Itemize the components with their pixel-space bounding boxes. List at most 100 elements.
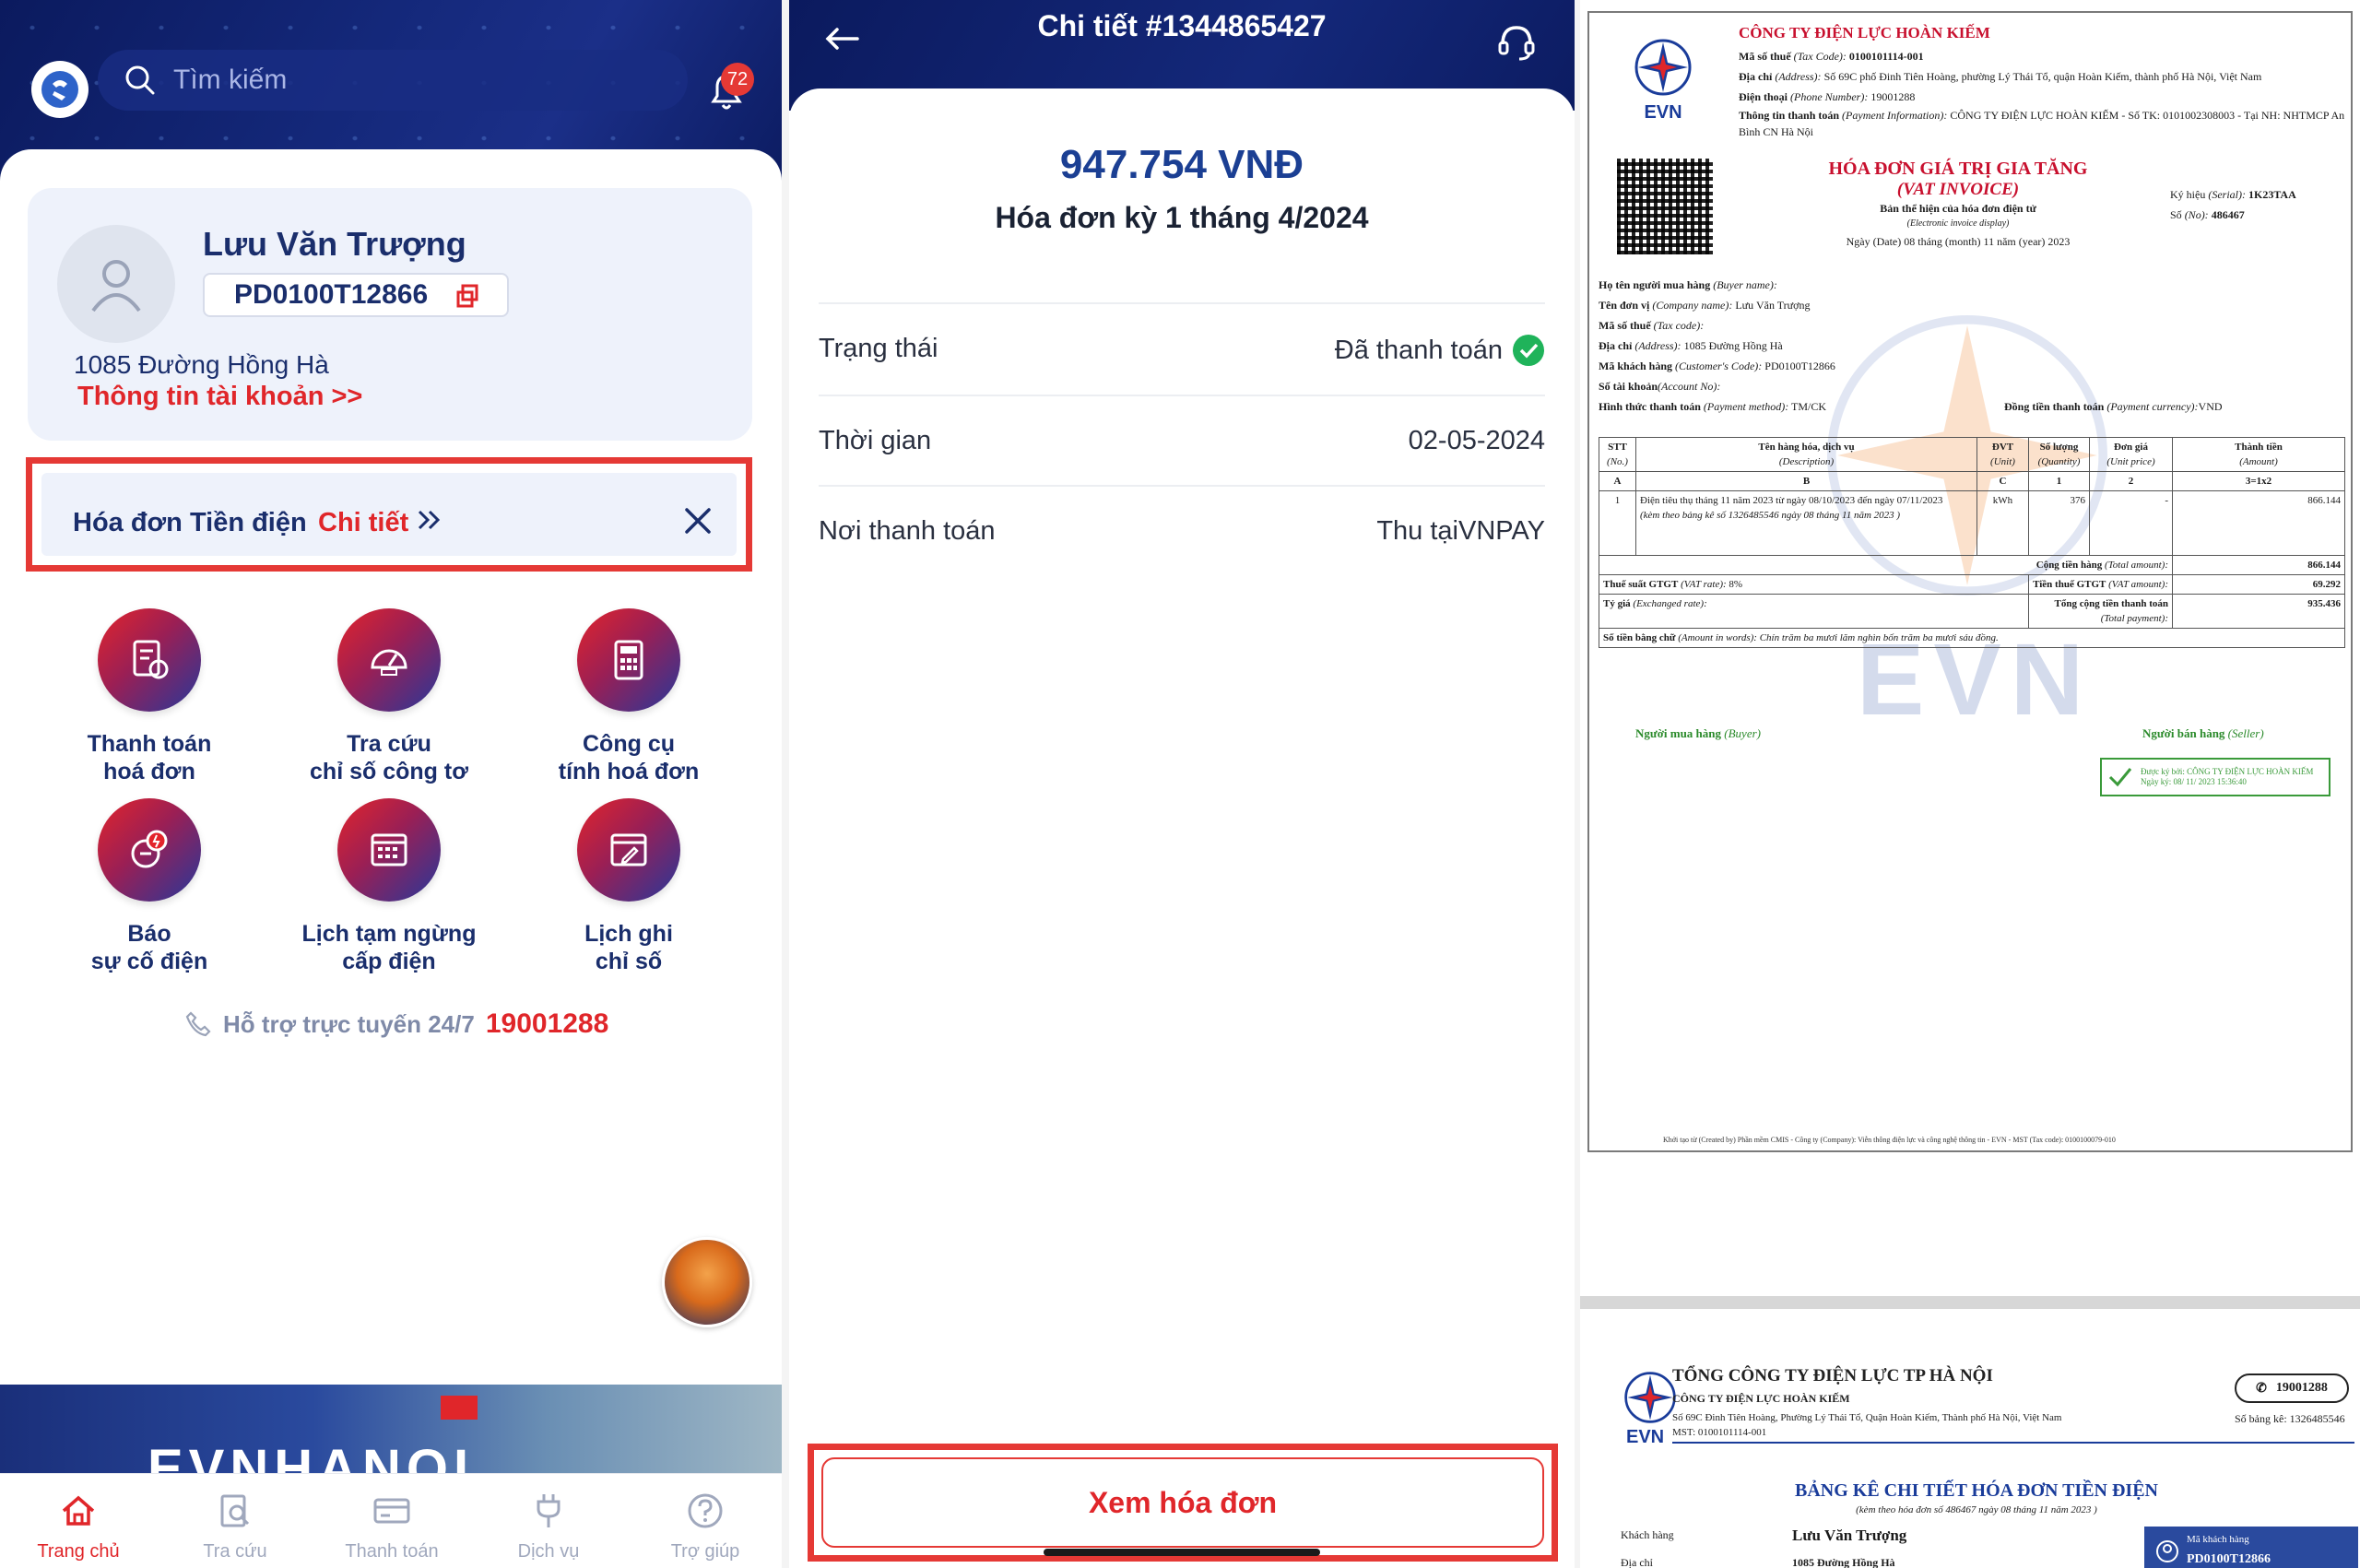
service-reading-schedule[interactable]: Lịch ghi chỉ số bbox=[527, 798, 730, 975]
search-icon bbox=[125, 65, 155, 95]
meter-icon bbox=[337, 608, 441, 712]
customer-value: Lưu Văn Trượng bbox=[1792, 1527, 1907, 1544]
branch-address: Số 69C Đinh Tiên Hoàng, Phường Lý Thái T… bbox=[1672, 1410, 2061, 1440]
checkmark-icon bbox=[2108, 768, 2132, 787]
bill-detail-link[interactable]: Chi tiết bbox=[318, 508, 443, 538]
label: Người bán hàng bbox=[2142, 726, 2225, 740]
label-en: (No): bbox=[2184, 208, 2209, 221]
hotline-badge: ✆ 19001288 bbox=[2235, 1373, 2349, 1403]
bill-title: Hóa đơn Tiền điện bbox=[73, 508, 307, 537]
label-en: (Seller) bbox=[2227, 726, 2264, 740]
label-en: (Address): bbox=[1775, 70, 1822, 83]
item-desc: Điện tiêu thụ tháng 11 năm 2023 từ ngày … bbox=[1640, 495, 1943, 506]
banner-text: EVNHANOI bbox=[148, 1439, 475, 1475]
label-en: (Payment method): bbox=[1703, 400, 1789, 413]
value: 0100101114-001 bbox=[1848, 50, 1924, 63]
account-info-link[interactable]: Thông tin tài khoản >> bbox=[77, 382, 362, 412]
label-en: (Amount in words): bbox=[1678, 632, 1757, 643]
stamp-line: Ngày ký: 08/ 11/ 2023 15:36:40 bbox=[2141, 777, 2247, 786]
label: Số bbox=[2170, 208, 2182, 221]
label: Điện thoại bbox=[1739, 90, 1788, 103]
screenshot-root: Tìm kiếm 72 Lưu Văn Trượng PD0100T12866 … bbox=[0, 0, 2360, 1568]
service-label: Tra cứu bbox=[347, 731, 431, 757]
value: 1326485546 bbox=[2289, 1412, 2345, 1425]
service-label: chỉ số công tơ bbox=[310, 759, 468, 784]
item-unit: kWh bbox=[1976, 490, 2029, 556]
tab-help[interactable]: Trợ giúp bbox=[627, 1474, 782, 1568]
payment-amount: 947.754 VNĐ bbox=[1059, 142, 1304, 187]
col-letter: 3=1x2 bbox=[2172, 471, 2345, 491]
tab-home[interactable]: Trang chủ bbox=[0, 1474, 157, 1568]
address-value: 1085 Đường Hồng Hà bbox=[1792, 1556, 1895, 1568]
label-en: (Tax Code): bbox=[1793, 50, 1847, 63]
invoice-view[interactable]: EVN EVN CÔNG TY ĐIỆN LỰC HOÀN KIẾM Mã số… bbox=[1580, 0, 2360, 1568]
label: Cộng tiền hàng bbox=[2036, 560, 2103, 571]
assistant-bot-icon[interactable] bbox=[662, 1237, 752, 1327]
label-en: (Total payment): bbox=[2100, 613, 2168, 624]
row-value: 02-05-2024 bbox=[1408, 426, 1545, 455]
label: Địa chỉ bbox=[1739, 70, 1773, 83]
label: Số bảng kê: bbox=[2235, 1412, 2287, 1425]
service-label: Lịch ghi bbox=[584, 921, 673, 947]
value: 1085 Đường Hồng Hà bbox=[1683, 339, 1783, 352]
service-label: Thanh toán bbox=[87, 731, 212, 757]
label-en: (VAT amount): bbox=[2108, 579, 2168, 590]
item-no: 1 bbox=[1599, 490, 1636, 556]
label-en: (Company name): bbox=[1652, 299, 1733, 312]
row-key: Trạng thái bbox=[819, 334, 938, 363]
customer-code[interactable]: PD0100T12866 bbox=[203, 273, 509, 317]
headset-icon[interactable] bbox=[1493, 18, 1540, 65]
label-en: (Payment currency): bbox=[2106, 400, 2199, 413]
service-report-outage[interactable]: Báo sự cố điện bbox=[48, 798, 251, 975]
label: Đồng tiền thanh toán bbox=[2004, 400, 2105, 413]
row-key: Thời gian bbox=[819, 426, 932, 455]
close-icon[interactable] bbox=[681, 504, 714, 537]
label: Hình thức thanh toán bbox=[1599, 400, 1701, 413]
label-en: (Customer's Code): bbox=[1675, 360, 1763, 372]
detail-title: Chi tiết #1344865427 bbox=[1037, 9, 1327, 42]
evn-star-icon bbox=[1634, 39, 1692, 96]
home-icon bbox=[62, 1495, 95, 1526]
service-outage-schedule[interactable]: Lịch tạm ngừng cấp điện bbox=[288, 798, 490, 975]
account-address: 1085 Đường Hồng Hà bbox=[74, 350, 329, 379]
invoice-table: STT (No.) Tên hàng hóa, dịch vụ (Descripti… bbox=[1599, 437, 2345, 648]
row-value: Đã thanh toán bbox=[1335, 334, 1545, 367]
tab-label: Tra cứu bbox=[203, 1541, 267, 1562]
row-value: Thu tạiVNPAY bbox=[1376, 516, 1545, 546]
title-en: (VAT INVOICE) bbox=[1896, 180, 2020, 199]
buyer-signature: Người mua hàng (Buyer) bbox=[1635, 726, 1761, 741]
service-label: tính hoá đơn bbox=[558, 759, 700, 784]
view-invoice-button[interactable]: Xem hóa đơn bbox=[821, 1457, 1544, 1548]
item-price: - bbox=[2089, 490, 2173, 556]
label: Mã khách hàng bbox=[2187, 1534, 2249, 1545]
service-pay-bill[interactable]: Thanh toán hoá đơn bbox=[48, 608, 251, 785]
user-avatar-icon bbox=[57, 225, 175, 343]
app-logo-icon[interactable] bbox=[31, 61, 88, 118]
tab-payment[interactable]: Thanh toán bbox=[313, 1474, 470, 1568]
tab-services[interactable]: Dịch vụ bbox=[470, 1474, 627, 1568]
header-en: (Quantity) bbox=[2037, 456, 2081, 467]
service-bill-calculator[interactable]: Công cụ tính hoá đơn bbox=[527, 608, 730, 785]
header-en: (No.) bbox=[1607, 456, 1628, 467]
value: PD0100T12866 bbox=[1764, 360, 1835, 372]
label: Tỷ giá bbox=[1603, 598, 1631, 609]
label: Thông tin thanh toán bbox=[1739, 109, 1840, 122]
bill-notification[interactable]: Hóa đơn Tiền điện Chi tiết bbox=[41, 473, 737, 556]
tab-lookup[interactable]: Tra cứu bbox=[157, 1474, 313, 1568]
branch-name: CÔNG TY ĐIỆN LỰC HOÀN KIẾM bbox=[1672, 1392, 1850, 1405]
search-input[interactable]: Tìm kiếm bbox=[98, 50, 688, 111]
stamp-line: Được ký bởi: CÔNG TY ĐIỆN LỰC HOÀN KIẾM bbox=[2141, 767, 2314, 776]
table-row: 1 Điện tiêu thụ tháng 11 năm 2023 từ ngà… bbox=[1599, 490, 2345, 556]
service-meter-lookup[interactable]: Tra cứu chỉ số công tơ bbox=[288, 608, 490, 785]
payment-detail-screen: Chi tiết #1344865427 947.754 VNĐ Hóa đơn… bbox=[789, 0, 1575, 1568]
label: Tổng cộng tiền thanh toán bbox=[2054, 598, 2168, 609]
label: Tiền thuế GTGT bbox=[2033, 579, 2106, 590]
hotline[interactable]: Hỗ trợ trực tuyến 24/7 19001288 bbox=[184, 1008, 608, 1040]
invoice-serial: Ký hiệu (Serial): 1K23TAA Số (No): 48646… bbox=[2170, 184, 2296, 225]
hotline-number[interactable]: 19001288 bbox=[486, 1008, 608, 1040]
value: 19001288 bbox=[1870, 90, 1916, 103]
copy-icon[interactable] bbox=[455, 284, 479, 308]
evn-logo-text: EVN bbox=[1644, 102, 1682, 123]
promo-banner[interactable]: EVNHANOI bbox=[0, 1385, 782, 1475]
service-label: Lịch tạm ngừng bbox=[301, 921, 477, 947]
